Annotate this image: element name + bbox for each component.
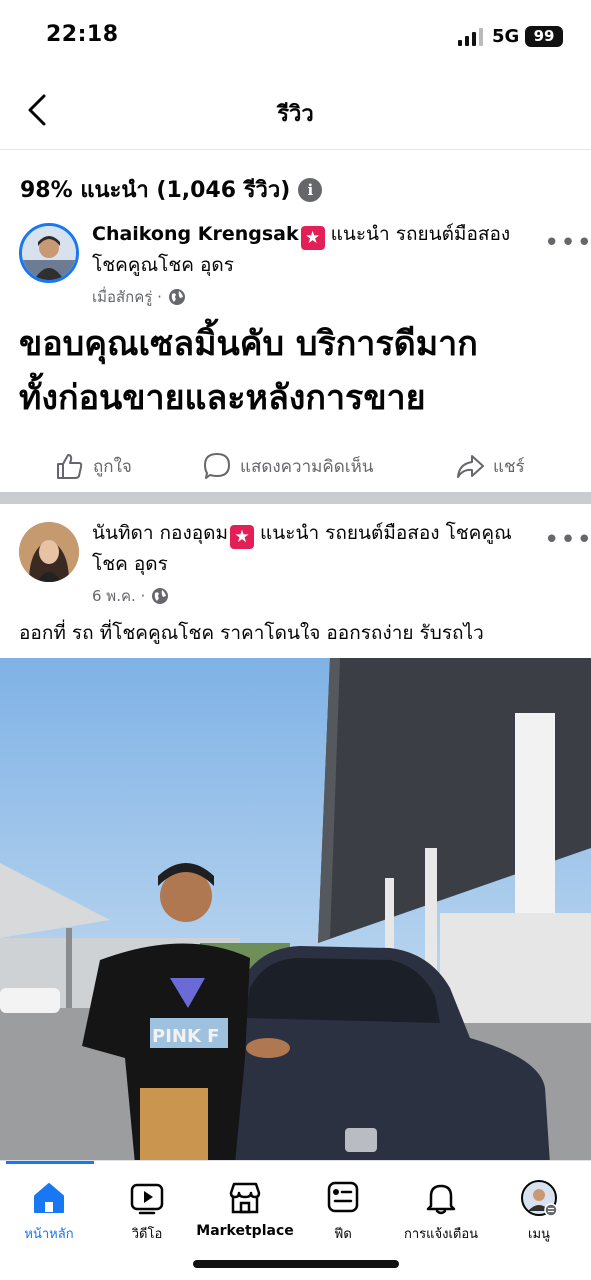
tab-label: Marketplace bbox=[196, 1223, 294, 1239]
section-divider bbox=[0, 492, 591, 504]
like-label: ถูกใจ bbox=[93, 456, 132, 477]
tab-label: การแจ้งเตือน bbox=[403, 1227, 479, 1242]
tab-label: เมนู bbox=[528, 1227, 550, 1242]
video-icon bbox=[130, 1183, 164, 1215]
post-actions: ถูกใจ แสดงความคิดเห็น แชร์ bbox=[0, 445, 591, 487]
avatar[interactable] bbox=[19, 223, 79, 283]
page-header: รีวิว bbox=[0, 72, 591, 150]
tab-label: ฟีด bbox=[334, 1227, 352, 1242]
tab-marketplace[interactable]: Marketplace bbox=[196, 1179, 294, 1239]
feed-icon bbox=[327, 1181, 359, 1213]
review-summary: 98% แนะนำ (1,046 รีวิว) i bbox=[20, 172, 323, 207]
post-time: เมื่อสักครู่ bbox=[92, 288, 153, 306]
review-post: Chaikong Krengsak ★ แนะนำ รถยนต์มือสอง โชค… bbox=[0, 215, 591, 492]
battery-icon: 99 bbox=[525, 26, 563, 47]
post-body-line: ขอบคุณเซลมิ้นคับ บริการดีมาก bbox=[19, 324, 478, 364]
recommend-badge-icon: ★ bbox=[230, 525, 255, 549]
status-time: 22:18 bbox=[46, 22, 119, 47]
marketplace-icon bbox=[229, 1182, 261, 1214]
review-post: นันทิดา กองอุดม ★ แนะนำ รถยนต์มือสอง โชคคู… bbox=[0, 504, 591, 1164]
author-name[interactable]: นันทิดา กองอุดม bbox=[92, 522, 228, 544]
like-button[interactable]: ถูกใจ bbox=[55, 445, 132, 487]
globe-icon bbox=[152, 588, 169, 604]
share-icon bbox=[457, 455, 484, 478]
bell-icon bbox=[426, 1184, 456, 1215]
active-tab-indicator bbox=[6, 1161, 94, 1164]
home-icon bbox=[34, 1183, 64, 1213]
post-meta: 6 พ.ค. · bbox=[92, 584, 169, 608]
post-header: Chaikong Krengsak ★ แนะนำ รถยนต์มือสอง โชค… bbox=[92, 219, 542, 281]
post-header: นันทิดา กองอุดม ★ แนะนำ รถยนต์มือสอง โชคคู… bbox=[92, 518, 532, 580]
comment-label: แสดงความคิดเห็น bbox=[240, 456, 374, 477]
info-icon[interactable]: i bbox=[298, 177, 323, 202]
recommendation-summary: 98% แนะนำ (1,046 รีวิว) bbox=[20, 178, 291, 203]
tab-home[interactable]: หน้าหลัก bbox=[0, 1179, 98, 1244]
tab-feed[interactable]: ฟีด bbox=[294, 1179, 392, 1244]
post-body: ออกที่ รถ ที่โชคคูณโชค ราคาโดนใจ ออกรถง่… bbox=[19, 622, 484, 644]
tab-label: หน้าหลัก bbox=[24, 1227, 74, 1242]
cellular-signal-icon bbox=[458, 28, 483, 46]
tab-menu[interactable]: เมนู bbox=[490, 1179, 588, 1244]
like-icon bbox=[57, 454, 83, 479]
status-bar: 22:18 5G 99 bbox=[0, 0, 591, 72]
home-indicator[interactable] bbox=[193, 1260, 399, 1268]
svg-text:PINK F: PINK F bbox=[152, 1026, 219, 1047]
post-body: ขอบคุณเซลมิ้นคับ บริการดีมาก ทั้งก่อนขาย… bbox=[19, 317, 579, 425]
author-name[interactable]: Chaikong Krengsak bbox=[92, 223, 299, 245]
post-body-line: ทั้งก่อนขายและหลังการขาย bbox=[19, 378, 426, 418]
more-options-icon[interactable]: ••• bbox=[544, 527, 591, 553]
tab-notifications[interactable]: การแจ้งเตือน bbox=[392, 1179, 490, 1244]
globe-icon bbox=[168, 289, 185, 305]
menu-avatar-icon bbox=[521, 1180, 558, 1217]
post-time: 6 พ.ค. bbox=[92, 587, 136, 605]
recommend-badge-icon: ★ bbox=[300, 226, 325, 250]
tab-label: วิดีโอ bbox=[131, 1227, 163, 1242]
comment-button[interactable]: แสดงความคิดเห็น bbox=[202, 445, 373, 487]
network-type: 5G bbox=[492, 26, 520, 47]
page-title: รีวิว bbox=[277, 102, 314, 127]
tab-video[interactable]: วิดีโอ bbox=[98, 1179, 196, 1244]
share-button[interactable]: แชร์ bbox=[455, 445, 525, 487]
share-label: แชร์ bbox=[493, 456, 525, 477]
avatar[interactable] bbox=[19, 522, 79, 582]
comment-icon bbox=[204, 453, 230, 479]
post-photo[interactable]: PINK F bbox=[0, 658, 591, 1164]
more-options-icon[interactable]: ••• bbox=[544, 230, 591, 256]
post-meta: เมื่อสักครู่ · bbox=[92, 285, 186, 309]
